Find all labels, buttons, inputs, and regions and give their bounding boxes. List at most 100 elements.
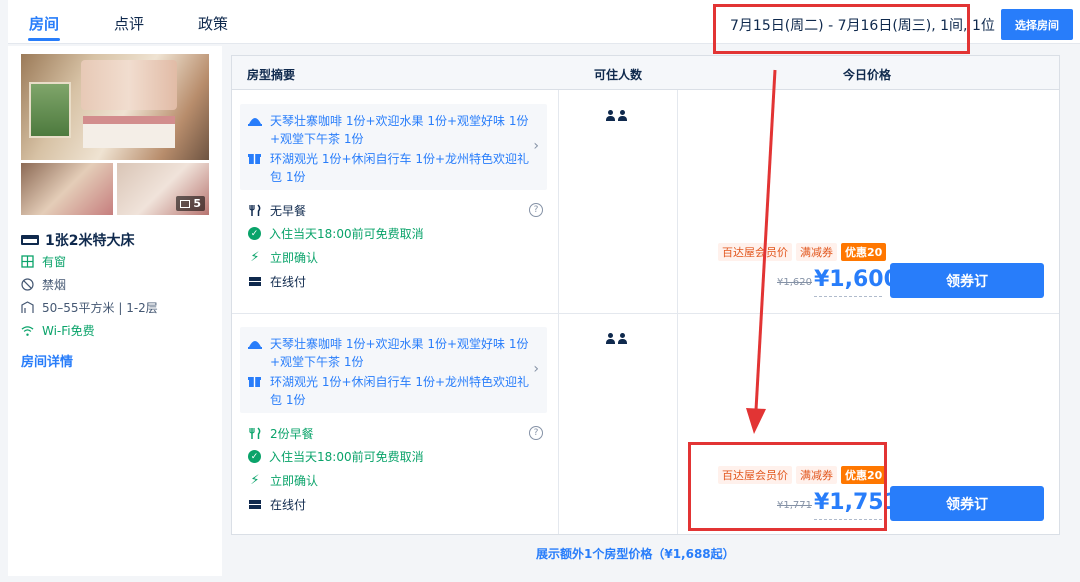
header-today-price: 今日价格 (843, 68, 892, 82)
cutlery-icon (248, 204, 262, 218)
gift-icon (248, 375, 262, 387)
breakfast-label: 2份早餐 (270, 427, 314, 441)
person-icon (618, 110, 627, 121)
check-circle-icon: ✓ (248, 227, 261, 240)
header-occupancy: 可住人数 (594, 68, 643, 82)
help-icon[interactable]: ? (529, 426, 543, 440)
show-more-room-prices-link[interactable]: 展示额外1个房型价格（¥1,688起） (536, 545, 735, 562)
original-price: ¥1,620 (777, 277, 812, 288)
room-thumb-2[interactable]: 5 (117, 163, 209, 215)
room-details-link[interactable]: 房间详情 (21, 351, 73, 370)
chevron-right-icon: › (533, 361, 539, 377)
lightning-icon: ⚡ (250, 473, 260, 488)
person-icon (606, 333, 615, 344)
package-item-dining: 天琴壮寨咖啡 1份+欢迎水果 1份+观堂好味 1份+观堂下午茶 1份 (248, 112, 530, 148)
no-smoking-icon (21, 278, 34, 291)
occupancy-2-adults (606, 333, 627, 344)
payment-label: 在线付 (270, 275, 307, 289)
row-divider (232, 313, 1059, 314)
feature-wifi: Wi-Fi免费 (21, 322, 95, 339)
photo-bed (83, 116, 175, 148)
package-text-dining: 天琴壮寨咖啡 1份+欢迎水果 1份+观堂好味 1份+观堂下午茶 1份 (270, 337, 529, 369)
column-divider (677, 90, 678, 534)
photo-wall-art (81, 60, 177, 110)
room-main-photo[interactable] (21, 54, 209, 160)
package-item-activities: 环湖观光 1份+休闲自行车 1份+龙州特色欢迎礼包 1份 (248, 150, 530, 186)
confirmation-info: ⚡ 立即确认 (248, 249, 318, 266)
package-summary[interactable]: 天琴壮寨咖啡 1份+欢迎水果 1份+观堂好味 1份+观堂下午茶 1份 环湖观光 … (240, 327, 547, 413)
rate-plan-table: 房型摘要 可住人数 今日价格 天琴壮寨咖啡 1份+欢迎水果 1份+观堂好味 1份… (231, 55, 1060, 535)
confirmation-info: ⚡ 立即确认 (248, 472, 318, 489)
bed-type: 1张2米特大床 (21, 230, 134, 250)
annotation-box-dates (713, 4, 970, 54)
table-header: 房型摘要 可住人数 今日价格 (232, 56, 1059, 90)
cancellation-label: 入住当天18:00前可免费取消 (269, 227, 424, 241)
check-circle-icon: ✓ (248, 450, 261, 463)
area-icon (21, 301, 34, 314)
credit-card-icon (248, 275, 262, 289)
feature-window-label: 有窗 (42, 255, 67, 269)
wifi-icon (21, 324, 34, 337)
photo-count: 5 (193, 197, 201, 210)
feature-wifi-label: Wi-Fi免费 (42, 324, 95, 338)
bed-type-label: 1张2米特大床 (45, 233, 135, 249)
package-text-activities: 环湖观光 1份+休闲自行车 1份+龙州特色欢迎礼包 1份 (270, 375, 530, 407)
book-with-coupon-button[interactable]: 领券订 (890, 263, 1044, 298)
breakfast-info: 无早餐 (248, 202, 306, 219)
tab-policy[interactable]: 政策 (198, 13, 228, 34)
image-icon (180, 199, 191, 208)
help-icon[interactable]: ? (529, 203, 543, 217)
credit-card-icon (248, 498, 262, 512)
package-text-dining: 天琴壮寨咖啡 1份+欢迎水果 1份+观堂好味 1份+观堂下午茶 1份 (270, 114, 529, 146)
price-underline (814, 296, 882, 297)
package-item-dining: 天琴壮寨咖啡 1份+欢迎水果 1份+观堂好味 1份+观堂下午茶 1份 (248, 335, 530, 371)
tab-rooms[interactable]: 房间 (29, 13, 59, 34)
column-divider (558, 90, 559, 534)
payment-info: 在线付 (248, 496, 306, 513)
cutlery-icon (248, 427, 262, 441)
chevron-right-icon: › (533, 138, 539, 154)
dining-icon (248, 337, 262, 349)
room-info-panel: 5 1张2米特大床 有窗 禁烟 50–55平方米 | 1-2层 Wi-Fi免费 … (8, 46, 222, 576)
tab-reviews[interactable]: 点评 (114, 13, 144, 34)
feature-no-smoking: 禁烟 (21, 276, 66, 293)
payment-label: 在线付 (270, 498, 307, 512)
occupancy-2-adults (606, 110, 627, 121)
package-text-activities: 环湖观光 1份+休闲自行车 1份+龙州特色欢迎礼包 1份 (270, 152, 530, 184)
discount-tag: 优惠20 (841, 243, 887, 261)
room-thumb-1[interactable] (21, 163, 113, 215)
feature-area: 50–55平方米 | 1-2层 (21, 299, 158, 316)
confirmation-label: 立即确认 (270, 474, 319, 488)
lightning-icon: ⚡ (250, 250, 260, 265)
breakfast-label: 无早餐 (270, 204, 307, 218)
header-room-summary: 房型摘要 (247, 68, 296, 82)
active-tab-indicator (28, 38, 60, 41)
cancellation-label: 入住当天18:00前可免费取消 (269, 450, 424, 464)
confirmation-label: 立即确认 (270, 251, 319, 265)
member-price-tag: 百达屋会员价 (718, 243, 792, 261)
package-item-activities: 环湖观光 1份+休闲自行车 1份+龙州特色欢迎礼包 1份 (248, 373, 530, 409)
photo-count-badge: 5 (176, 196, 205, 211)
package-summary[interactable]: 天琴壮寨咖啡 1份+欢迎水果 1份+观堂好味 1份+观堂下午茶 1份 环湖观光 … (240, 104, 547, 190)
current-price[interactable]: ¥1,600 (814, 267, 899, 292)
gift-icon (248, 152, 262, 164)
select-room-button[interactable]: 选择房间 (1001, 9, 1073, 40)
photo-window (29, 82, 71, 138)
dining-icon (248, 114, 262, 126)
cancellation-info: ✓ 入住当天18:00前可免费取消 (248, 448, 424, 465)
annotation-box-price (688, 442, 887, 531)
payment-info: 在线付 (248, 273, 306, 290)
feature-area-label: 50–55平方米 | 1-2层 (42, 301, 158, 315)
person-icon (606, 110, 615, 121)
person-icon (618, 333, 627, 344)
breakfast-info: 2份早餐 (248, 425, 314, 442)
coupon-tag: 满减券 (796, 243, 837, 261)
price-tags: 百达屋会员价 满减券 优惠20 (718, 243, 887, 261)
feature-window: 有窗 (21, 253, 66, 270)
feature-no-smoking-label: 禁烟 (42, 278, 67, 292)
cancellation-info: ✓ 入住当天18:00前可免费取消 (248, 225, 424, 242)
bed-icon (21, 235, 39, 245)
window-icon (21, 255, 34, 268)
book-with-coupon-button[interactable]: 领券订 (890, 486, 1044, 521)
hotel-room-page: 房间 点评 政策 7月15日(周二) - 7月16日(周三), 1间, 1位 选… (0, 0, 1080, 582)
